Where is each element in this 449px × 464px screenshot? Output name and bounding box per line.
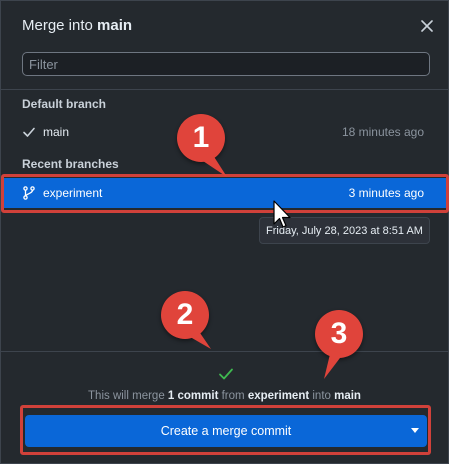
merge-dialog: Merge into main Default branch main 18 m… bbox=[0, 0, 449, 464]
merge-summary-prefix: This will merge bbox=[88, 390, 168, 402]
annotation-badge-3: 3 bbox=[315, 310, 363, 358]
branch-name: main bbox=[43, 125, 70, 139]
dialog-title-prefix: Merge into bbox=[22, 17, 98, 34]
branch-name: experiment bbox=[43, 186, 103, 200]
merge-summary-source: experiment bbox=[247, 390, 310, 402]
merge-summary-target: main bbox=[334, 390, 361, 402]
check-icon bbox=[23, 127, 35, 137]
merge-summary-count: 1 commit bbox=[167, 390, 219, 402]
merge-summary: This will merge 1 commit from experiment… bbox=[1, 390, 448, 402]
branch-time: 3 minutes ago bbox=[348, 186, 424, 200]
close-icon bbox=[421, 20, 433, 32]
merge-summary-middle: from bbox=[218, 390, 248, 402]
dialog-header: Merge into main bbox=[1, 1, 448, 49]
create-merge-commit-button[interactable]: Create a merge commit bbox=[25, 415, 427, 447]
dialog-title: Merge into main bbox=[22, 17, 132, 34]
branch-time: 18 minutes ago bbox=[341, 125, 424, 139]
merge-button-label: Create a merge commit bbox=[160, 424, 292, 438]
merge-summary-joiner: into bbox=[309, 390, 335, 402]
git-branch-icon bbox=[23, 186, 35, 200]
default-branch-label: Default branch bbox=[22, 97, 107, 111]
close-button[interactable] bbox=[416, 15, 438, 37]
mouse-cursor-icon bbox=[273, 200, 291, 228]
branch-item-experiment[interactable]: experiment 3 minutes ago bbox=[1, 178, 448, 208]
annotation-badge-1: 1 bbox=[177, 114, 225, 162]
header-divider bbox=[1, 89, 448, 90]
dialog-title-branch: main bbox=[97, 17, 133, 34]
caret-down-icon[interactable] bbox=[411, 428, 419, 433]
success-check-icon bbox=[219, 368, 233, 380]
annotation-badge-2: 2 bbox=[161, 291, 209, 339]
filter-input[interactable] bbox=[22, 52, 430, 76]
recent-branches-label: Recent branches bbox=[22, 157, 119, 171]
